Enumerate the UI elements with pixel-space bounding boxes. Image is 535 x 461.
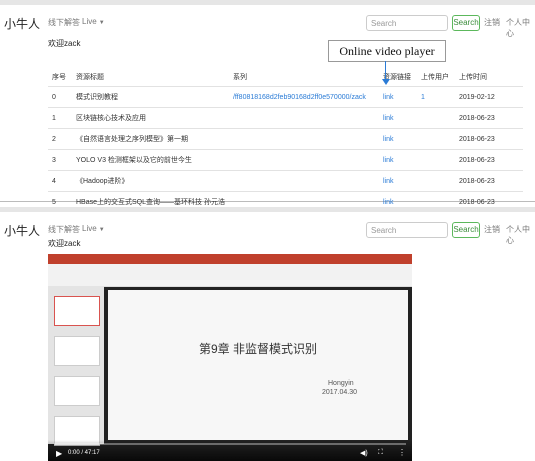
row-user [416, 149, 455, 171]
row-resource-link[interactable]: link [378, 149, 417, 171]
row-user [416, 128, 455, 150]
welcome-text: 欢迎zack [48, 239, 81, 248]
ppt-slide-thumbnails [48, 286, 104, 446]
ppt-slide: 第9章 非监督模式识别 Hongyin 2017.04.30 [108, 290, 408, 440]
nav-qa-link[interactable]: 线下解答 [48, 224, 80, 235]
more-options-icon[interactable]: ⋮ [398, 448, 406, 457]
nav-live-label: Live [82, 17, 97, 26]
table-row: 1 区块链核心技术及应用 link 2018-06-23 [48, 107, 523, 129]
row-user[interactable]: 1 [416, 86, 455, 108]
row-resource-link[interactable]: link [378, 107, 417, 129]
slide-thumbnail [54, 376, 100, 406]
row-title: 《自然语言处理之序列模型》第一期 [72, 128, 229, 150]
row-title: 区块链核心技术及应用 [72, 107, 229, 129]
video-time: 0:00 / 47:17 [68, 450, 100, 456]
row-index: 0 [48, 86, 72, 108]
nav-live-label: Live [82, 224, 97, 233]
video-page-panel: 小牛人 线下解答 Live ▼ Search Search 注销 个人中心 欢迎z… [0, 207, 535, 461]
logout-link[interactable]: 注销 [484, 17, 500, 28]
video-player[interactable]: 第9章 非监督模式识别 Hongyin 2017.04.30 ▶ 0:00 / … [48, 254, 412, 461]
search-input[interactable]: Search [366, 222, 448, 238]
slide-thumbnail [54, 336, 100, 366]
col-index-header: 序号 [52, 74, 66, 81]
row-resource-link[interactable]: link [378, 128, 417, 150]
video-controls: ▶ 0:00 / 47:17 ◀) ⛶ ⋮ [48, 440, 412, 461]
row-date: 2018-06-23 [454, 170, 523, 192]
annotation-line [385, 61, 386, 81]
profile-link[interactable]: 个人中心 [506, 224, 535, 246]
ppt-title-bar [48, 254, 412, 264]
chevron-down-icon: ▼ [98, 227, 105, 233]
row-title: 模式识别教程 [72, 86, 229, 108]
row-resource-link[interactable]: link [378, 170, 417, 192]
nav-live-dropdown[interactable]: Live ▼ [82, 17, 105, 26]
slide-title: 第9章 非监督模式识别 [198, 342, 317, 356]
row-series-link [228, 128, 379, 150]
video-progress-bar[interactable] [54, 443, 406, 445]
row-user [416, 170, 455, 192]
row-resource-link[interactable]: link [378, 86, 417, 108]
row-date: 2018-06-23 [454, 107, 523, 129]
volume-icon[interactable]: ◀) [360, 449, 368, 457]
table-row: 2 《自然语言处理之序列模型》第一期 link 2018-06-23 [48, 128, 523, 150]
row-index: 3 [48, 149, 72, 171]
row-index: 4 [48, 170, 72, 192]
row-date: 2018-06-23 [454, 149, 523, 171]
col-series-header: 系列 [232, 74, 247, 81]
slide-thumbnail [54, 296, 100, 326]
table-header-row: 序号 资源标题 系列 资源链接 上传用户 上传时间 [48, 68, 523, 87]
welcome-text: 欢迎zack [48, 39, 81, 48]
table-row: 0 模式识别教程 /ff80818168d2feb90168d2ff0e5700… [48, 86, 523, 108]
annotation-callout: Online video player [328, 40, 446, 62]
col-date-header: 上传时间 [458, 74, 487, 81]
search-input[interactable]: Search [366, 15, 448, 31]
row-series-link[interactable]: /ff80818168d2feb90168d2ff0e570000/zack [228, 86, 379, 108]
search-button[interactable]: Search [452, 222, 480, 238]
resource-table: 序号 资源标题 系列 资源链接 上传用户 上传时间 0 模式识别教程 /ff80… [48, 68, 523, 212]
row-series-link [228, 107, 379, 129]
col-title-header: 资源标题 [76, 74, 104, 81]
row-index: 1 [48, 107, 72, 129]
row-title: YOLO V3 检测框架以及它的前世今生 [72, 149, 229, 171]
nav-qa-link[interactable]: 线下解答 [48, 17, 80, 28]
row-user [416, 107, 455, 129]
brand-logo[interactable]: 小牛人 [4, 15, 40, 32]
brand-logo[interactable]: 小牛人 [4, 222, 40, 239]
table-row: 3 YOLO V3 检测框架以及它的前世今生 link 2018-06-23 [48, 149, 523, 171]
play-icon[interactable]: ▶ [56, 449, 62, 458]
nav-live-dropdown[interactable]: Live ▼ [82, 224, 105, 233]
row-date: 2019-02-12 [454, 86, 523, 108]
row-series-link [228, 170, 379, 192]
profile-link[interactable]: 个人中心 [506, 17, 535, 39]
row-date: 2018-06-23 [454, 128, 523, 150]
col-user-header: 上传用户 [420, 74, 449, 81]
annotation-arrow-icon [382, 79, 390, 85]
row-series-link [228, 149, 379, 171]
navbar: 小牛人 线下解答 Live ▼ Search Search 注销 个人中心 [0, 5, 535, 39]
logout-link[interactable]: 注销 [484, 224, 500, 235]
row-title: 《Hadoop进阶》 [72, 170, 229, 192]
fullscreen-icon[interactable]: ⛶ [378, 449, 383, 457]
chevron-down-icon: ▼ [98, 20, 105, 26]
row-index: 2 [48, 128, 72, 150]
slide-date: 2017.04.30 [322, 389, 358, 396]
resource-list-panel: 小牛人 线下解答 Live ▼ Search Search 注销 个人中心 欢迎z… [0, 0, 535, 212]
table-row: 4 《Hadoop进阶》 link 2018-06-23 [48, 170, 523, 192]
search-button[interactable]: Search [452, 15, 480, 31]
slide-author: Hongyin [328, 380, 354, 387]
ppt-ribbon [48, 264, 412, 287]
